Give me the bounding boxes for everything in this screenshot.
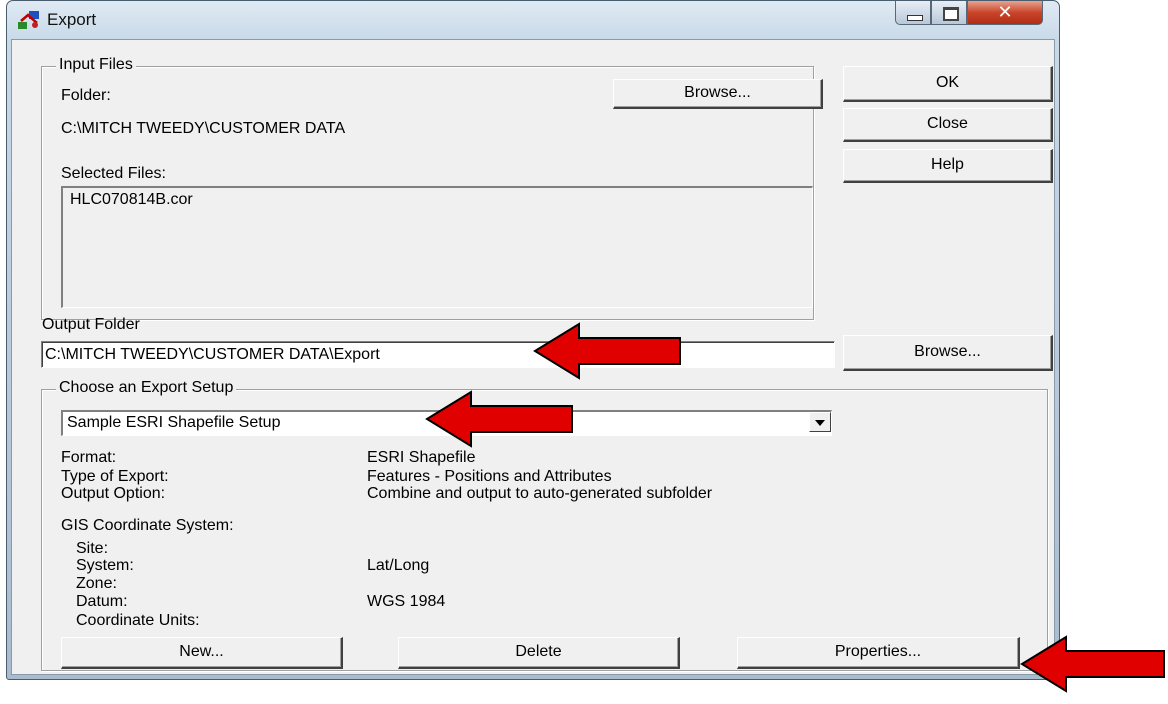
input-browse-button[interactable]: Browse... xyxy=(613,79,823,109)
delete-button[interactable]: Delete xyxy=(398,637,680,669)
help-label: Help xyxy=(931,156,964,173)
datum-value: WGS 1984 xyxy=(367,593,446,610)
properties-label: Properties... xyxy=(834,643,922,660)
output-browse-button[interactable]: Browse... xyxy=(843,335,1053,371)
gis-title: GIS Coordinate System: xyxy=(61,517,234,534)
export-setup-value: Sample ESRI Shapefile Setup xyxy=(67,414,281,431)
title-bar[interactable]: Export ✕ xyxy=(7,1,1059,39)
export-setup-arrow-icon xyxy=(425,390,573,448)
output-option-value: Combine and output to auto-generated sub… xyxy=(367,485,713,502)
delete-label: Delete xyxy=(515,643,562,660)
type-label: Type of Export: xyxy=(61,468,169,485)
export-setup-title: Choose an Export Setup xyxy=(56,379,237,397)
output-folder-field[interactable]: C:\MITCH TWEEDY\CUSTOMER DATA\Export xyxy=(41,341,835,368)
site-label: Site: xyxy=(76,540,109,557)
close-label: Close xyxy=(927,115,968,132)
type-value: Features - Positions and Attributes xyxy=(367,468,612,485)
output-folder-value: C:\MITCH TWEEDY\CUSTOMER DATA\Export xyxy=(45,346,380,363)
list-item[interactable]: HLC070814B.cor xyxy=(70,191,193,209)
coordinate-units-label: Coordinate Units: xyxy=(76,612,200,629)
close-window-button[interactable]: ✕ xyxy=(967,1,1043,25)
format-label: Format: xyxy=(61,449,117,466)
system-label: System: xyxy=(76,557,134,574)
chevron-down-icon xyxy=(815,420,825,426)
ok-button[interactable]: OK xyxy=(843,66,1053,102)
new-button[interactable]: New... xyxy=(61,637,343,669)
close-button[interactable]: Close xyxy=(843,108,1053,142)
caption-buttons: ✕ xyxy=(895,1,1043,27)
dropdown-button[interactable] xyxy=(809,412,831,432)
input-browse-label: Browse... xyxy=(684,84,751,101)
input-files-title: Input Files xyxy=(56,56,136,74)
close-icon: ✕ xyxy=(997,2,1013,22)
properties-button[interactable]: Properties... xyxy=(737,637,1020,669)
window-title: Export xyxy=(47,10,97,29)
format-value: ESRI Shapefile xyxy=(367,449,476,466)
maximize-button[interactable] xyxy=(931,1,967,25)
ok-label: OK xyxy=(935,74,960,91)
selected-files-label: Selected Files: xyxy=(61,165,166,182)
output-folder-arrow-icon xyxy=(533,322,681,380)
help-button[interactable]: Help xyxy=(843,149,1053,183)
output-browse-label: Browse... xyxy=(914,343,981,360)
output-option-label: Output Option: xyxy=(61,485,166,502)
minimize-button[interactable] xyxy=(895,1,931,25)
datum-label: Datum: xyxy=(76,593,128,610)
export-app-icon xyxy=(18,11,39,29)
input-folder-path: C:\MITCH TWEEDY\CUSTOMER DATA xyxy=(61,120,346,137)
selected-files-list[interactable]: HLC070814B.cor xyxy=(61,186,813,308)
new-label: New... xyxy=(179,643,224,660)
folder-label: Folder: xyxy=(61,87,111,104)
output-folder-label: Output Folder xyxy=(42,316,140,333)
input-files-group: Input Files Folder: Browse... C:\MITCH T… xyxy=(41,56,823,320)
system-value: Lat/Long xyxy=(367,557,430,574)
zone-label: Zone: xyxy=(76,575,117,592)
properties-arrow-icon xyxy=(1020,635,1165,693)
